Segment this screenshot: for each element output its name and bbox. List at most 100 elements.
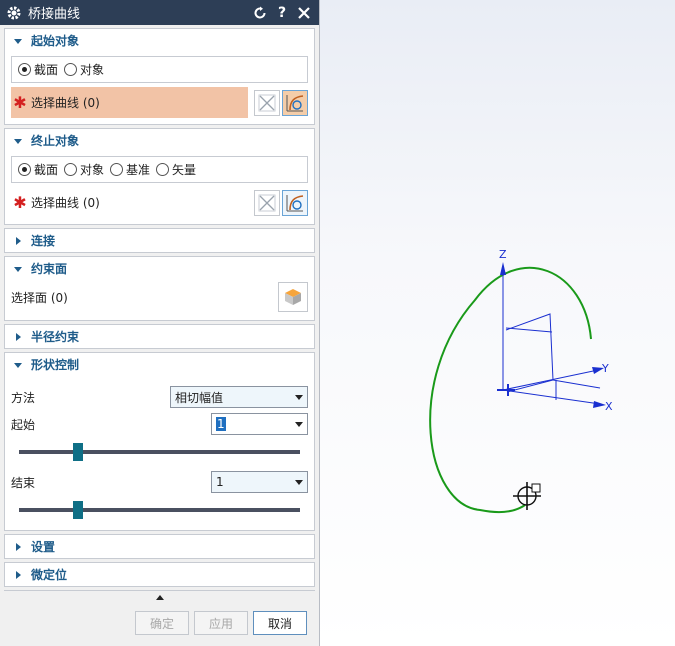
start-value-combo[interactable]: 1 <box>211 413 308 435</box>
radio-start-section[interactable]: 截面 <box>18 61 58 78</box>
close-button[interactable] <box>295 4 313 22</box>
radio-end-section[interactable]: 截面 <box>18 161 58 178</box>
reset-button[interactable] <box>251 4 269 22</box>
select-face-label: 选择面 (0) <box>11 290 68 305</box>
apply-button[interactable]: 应用 <box>194 611 248 635</box>
start-curve-select-button[interactable] <box>282 89 308 116</box>
section-header-start-object[interactable]: 起始对象 <box>5 29 314 52</box>
slider-track <box>19 450 300 454</box>
crosshair-cursor-icon <box>513 482 541 510</box>
graphics-viewport[interactable]: Z Y X <box>321 0 675 646</box>
start-value-row: 起始 1 <box>11 412 308 436</box>
slider-track <box>19 508 300 512</box>
start-reverse-direction-button[interactable] <box>254 89 280 116</box>
section-shape-control: 形状控制 方法 相切幅值 起始 1 结束 1 <box>4 352 315 531</box>
section-title: 半径约束 <box>31 330 80 344</box>
gear-icon <box>7 6 21 19</box>
collapse-button[interactable] <box>4 591 315 603</box>
start-select-curve-row[interactable]: ✱ 选择曲线 (0) <box>11 87 308 118</box>
method-dropdown[interactable]: 相切幅值 <box>170 386 308 408</box>
slider-thumb[interactable] <box>73 443 84 461</box>
help-button[interactable]: ? <box>273 4 291 22</box>
end-select-curve-row[interactable]: ✱ 选择曲线 (0) <box>11 187 308 218</box>
radio-start-object[interactable]: 对象 <box>64 61 104 78</box>
section-title: 形状控制 <box>31 358 80 372</box>
chevron-down-icon <box>14 362 22 368</box>
section-header-settings[interactable]: 设置 <box>5 535 314 558</box>
start-value: 1 <box>216 417 226 431</box>
section-settings: 设置 <box>4 534 315 559</box>
section-header-end-object[interactable]: 终止对象 <box>5 129 314 152</box>
axis-z-arrowhead <box>500 262 506 275</box>
section-header-fine-positioning[interactable]: 微定位 <box>5 563 314 586</box>
required-asterisk-icon: ✱ <box>13 93 27 112</box>
method-value: 相切幅值 <box>175 390 224 405</box>
section-header-radius-constraint[interactable]: 半径约束 <box>5 325 314 348</box>
section-title: 终止对象 <box>31 134 80 148</box>
start-label: 起始 <box>11 417 36 432</box>
chevron-down-icon <box>295 421 303 427</box>
cross-arrows-icon <box>258 94 276 111</box>
chevron-down-icon <box>295 479 303 485</box>
section-title: 起始对象 <box>31 34 80 48</box>
start-slider[interactable] <box>19 442 300 462</box>
section-title: 约束面 <box>31 262 68 276</box>
start-select-curve-bar[interactable]: ✱ 选择曲线 (0) <box>11 87 248 118</box>
datum-csys[interactable] <box>497 268 601 405</box>
start-select-curve-label: 选择曲线 (0) <box>31 96 100 110</box>
close-icon <box>298 6 310 19</box>
end-slider[interactable] <box>19 500 300 520</box>
section-connect: 连接 <box>4 228 315 253</box>
section-radius-constraint: 半径约束 <box>4 324 315 349</box>
radio-indicator <box>18 63 31 76</box>
radio-label: 截面 <box>34 63 59 77</box>
help-icon: ? <box>277 4 287 21</box>
chevron-right-icon <box>16 236 21 245</box>
radio-label: 对象 <box>80 163 105 177</box>
end-value: 1 <box>216 475 224 489</box>
dialog-title: 桥接曲线 <box>28 7 81 22</box>
end-value-combo[interactable]: 1 <box>211 471 308 493</box>
chevron-right-icon <box>16 542 21 551</box>
chevron-down-icon <box>14 38 22 44</box>
section-title: 设置 <box>31 540 56 554</box>
chevron-up-icon <box>155 595 164 600</box>
radio-label: 基准 <box>126 163 151 177</box>
radio-end-datum[interactable]: 基准 <box>110 161 150 178</box>
select-face-button[interactable] <box>278 282 308 312</box>
chevron-right-icon <box>16 570 21 579</box>
section-fine-positioning: 微定位 <box>4 562 315 587</box>
ok-button[interactable]: 确定 <box>135 611 189 635</box>
end-select-curve-bar[interactable]: ✱ 选择曲线 (0) <box>11 187 248 218</box>
end-label: 结束 <box>11 475 36 490</box>
axis-z-label: Z <box>499 248 507 261</box>
section-title: 微定位 <box>31 568 68 582</box>
end-type-radio-group: 截面 对象 基准 矢量 <box>11 156 308 183</box>
dialog-titlebar: 桥接曲线 ? <box>0 0 319 25</box>
cross-arrows-icon <box>258 194 276 211</box>
end-select-curve-label: 选择曲线 (0) <box>31 196 100 210</box>
slider-thumb[interactable] <box>73 501 84 519</box>
chevron-down-icon <box>295 394 303 400</box>
radio-indicator <box>64 163 78 176</box>
axis-x-label: X <box>605 400 613 413</box>
curve-select-icon <box>286 194 304 211</box>
section-header-connect[interactable]: 连接 <box>5 229 314 252</box>
end-curve-select-button[interactable] <box>282 189 308 216</box>
dialog-footer: 确定 应用 取消 <box>4 590 315 635</box>
end-reverse-direction-button[interactable] <box>254 189 280 216</box>
radio-end-vector[interactable]: 矢量 <box>156 161 196 178</box>
section-header-shape-control[interactable]: 形状控制 <box>5 353 314 376</box>
start-type-radio-group: 截面 对象 <box>11 56 308 83</box>
radio-end-object[interactable]: 对象 <box>64 161 104 178</box>
curve-select-icon <box>286 94 304 111</box>
chevron-down-icon <box>14 138 22 144</box>
section-title: 连接 <box>31 234 56 248</box>
reset-icon <box>254 6 266 18</box>
axis-y-label: Y <box>601 362 609 375</box>
section-header-constraint-face[interactable]: 约束面 <box>5 257 314 280</box>
radio-label: 对象 <box>80 63 105 77</box>
chevron-right-icon <box>16 332 21 341</box>
cancel-button[interactable]: 取消 <box>253 611 307 635</box>
section-end-object: 终止对象 截面 对象 基准 矢量 ✱ 选择曲线 (0) <box>4 128 315 225</box>
